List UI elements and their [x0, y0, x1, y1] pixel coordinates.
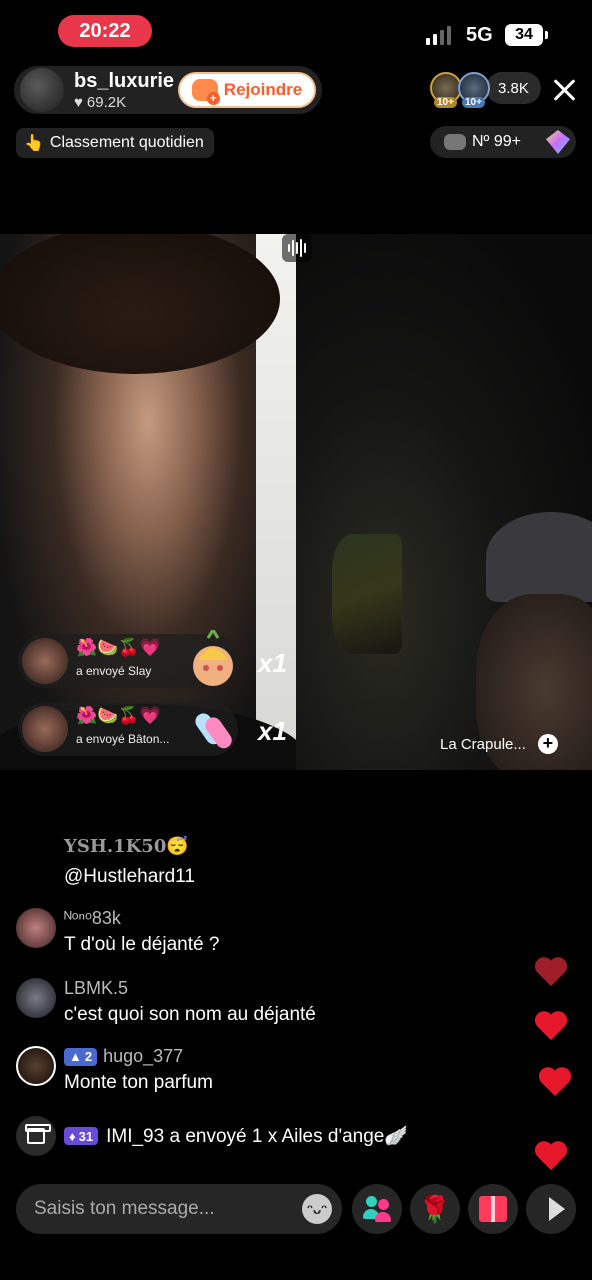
level-triangle-icon: ▲: [69, 1049, 82, 1064]
ranking-label: Classement quotidien: [49, 134, 204, 151]
host-video[interactable]: [0, 234, 296, 770]
hair-shape: [0, 234, 280, 374]
viewer-avatar[interactable]: 10+: [458, 72, 490, 108]
gift-icon: [479, 1196, 507, 1222]
gift-pill: 🌺🍉🍒💗 a envoyé Bâton...: [18, 702, 238, 756]
level-number: 31: [78, 1128, 94, 1144]
close-icon[interactable]: [550, 76, 578, 104]
floating-heart-icon: [534, 1012, 568, 1042]
viewer-count[interactable]: 3.8K: [486, 72, 541, 104]
emoji-icon[interactable]: ᵔᴗᵔ: [302, 1194, 332, 1224]
heart-icon: ♥: [74, 94, 83, 111]
level-badge: ♦ 31: [64, 1127, 99, 1145]
host-likes-count: 69.2K: [86, 94, 127, 111]
audio-wave-icon[interactable]: [282, 234, 312, 262]
gift-notification: 🌺🍉🍒💗 a envoyé Slay x1: [18, 630, 296, 688]
battery-tip: [545, 31, 548, 39]
rank-badge[interactable]: Nº 99+: [430, 126, 576, 158]
comment-username[interactable]: ᴺᵒⁿᵒ83k: [64, 908, 121, 929]
gift-multiplier: x1: [258, 716, 287, 746]
floating-heart-icon: [534, 1142, 568, 1172]
opponent-label[interactable]: La Crapule... +: [440, 734, 558, 754]
comment-text: @Hustlehard11: [64, 866, 195, 887]
opponent-name: La Crapule...: [440, 735, 526, 753]
floating-heart-icon: [534, 958, 568, 988]
join-icon: [191, 79, 220, 105]
comment-avatar[interactable]: [16, 978, 56, 1018]
guests-button[interactable]: [352, 1184, 402, 1234]
gift-text: a envoyé Bâton...: [76, 732, 170, 746]
signal-icon: [426, 25, 451, 45]
car-icon: [444, 134, 466, 150]
comment-username[interactable]: YSH.1K50😴: [64, 836, 189, 857]
gift-text: a envoyé Slay: [76, 664, 152, 678]
comment-avatar[interactable]: [16, 1046, 56, 1086]
status-time: 20:22: [58, 15, 152, 47]
join-button[interactable]: Rejoindre: [178, 72, 316, 108]
gift-button[interactable]: [468, 1184, 518, 1234]
gift-event: ♦ 31 IMI_93 a envoyé 1 x Ailes d'ange🪽: [64, 1124, 408, 1148]
rose-icon: 🌹: [418, 1193, 452, 1224]
comment-text: Monte ton parfum: [64, 1072, 213, 1093]
comment-text: T d'où le déjanté ?: [64, 934, 220, 955]
host-name: bs_luxurie: [74, 70, 175, 92]
host-likes: ♥ 69.2K: [74, 94, 126, 111]
level-badge: ▲ 2: [64, 1047, 98, 1066]
viewer-badge: 10+: [462, 97, 485, 108]
gem-icon: [546, 130, 570, 154]
rank-position: Nº 99+: [472, 133, 521, 150]
daily-ranking[interactable]: 👆 Classement quotidien: [16, 128, 214, 158]
gift-sender-avatar[interactable]: [22, 706, 68, 752]
floating-heart-icon: [538, 1068, 572, 1098]
diamond-icon: ♦: [69, 1128, 76, 1144]
share-button[interactable]: [526, 1184, 576, 1234]
popsicle-gift-icon: [195, 713, 232, 749]
people-icon: [362, 1196, 392, 1222]
share-icon: [549, 1197, 565, 1221]
gift-box-icon: [25, 1124, 51, 1144]
host-info[interactable]: bs_luxurie ♥ 69.2K Rejoindre: [14, 66, 322, 114]
battery-icon: 34: [505, 24, 543, 46]
gift-event-text: IMI_93 a envoyé 1 x Ailes d'ange🪽: [106, 1126, 409, 1147]
gift-sender-avatar[interactable]: [22, 638, 68, 684]
message-input[interactable]: [16, 1184, 342, 1234]
join-label: Rejoindre: [223, 80, 303, 99]
gift-notification: 🌺🍉🍒💗 a envoyé Bâton... x1: [18, 702, 296, 756]
network-label: 5G: [466, 24, 493, 46]
username-text: ᴺᵒⁿᵒ83k: [64, 908, 121, 928]
gift-pill: 🌺🍉🍒💗 a envoyé Slay: [18, 630, 238, 688]
gift-emojis: 🌺🍉🍒💗: [76, 638, 161, 657]
username-text: LBMK.5: [64, 978, 129, 998]
cap-shape: [486, 512, 592, 602]
rose-button[interactable]: 🌹: [410, 1184, 460, 1234]
username-text: hugo_377: [103, 1046, 184, 1066]
gift-emojis: 🌺🍉🍒💗: [76, 706, 161, 725]
comment-username[interactable]: LBMK.5: [64, 978, 128, 999]
comment-text: c'est quoi son nom au déjanté: [64, 1004, 316, 1025]
gift-multiplier: x1: [258, 648, 287, 678]
car-window: [332, 534, 402, 654]
comment-avatar[interactable]: [16, 908, 56, 948]
gift-history-button[interactable]: [16, 1116, 56, 1156]
host-avatar[interactable]: [18, 66, 66, 114]
comment-username[interactable]: ▲ 2 hugo_377: [64, 1046, 183, 1067]
viewer-badge: 10+: [434, 97, 457, 108]
follow-plus-icon[interactable]: +: [537, 734, 558, 754]
hand-icon: 👆: [24, 135, 44, 152]
viewers[interactable]: 10+ 10+ 3.8K: [430, 72, 541, 108]
slay-gift-icon: [193, 630, 233, 686]
opponent-video[interactable]: [296, 234, 592, 770]
level-number: 2: [84, 1049, 93, 1064]
